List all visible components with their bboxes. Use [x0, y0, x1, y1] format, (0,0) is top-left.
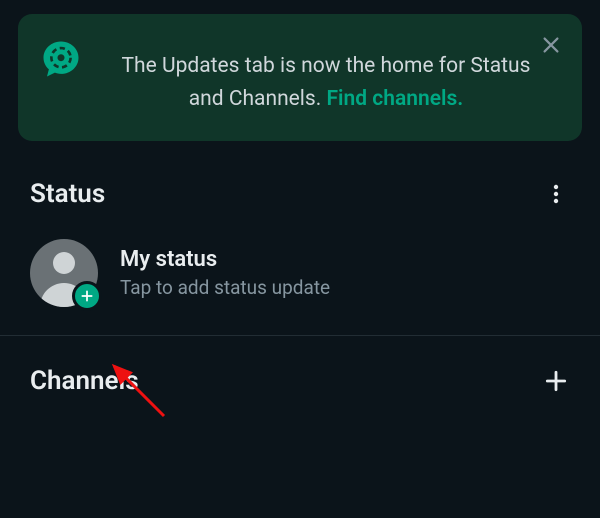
- status-section-title: Status: [30, 179, 105, 209]
- status-section-header: Status: [0, 141, 600, 229]
- my-status-texts: My status Tap to add status update: [120, 247, 330, 299]
- find-channels-link[interactable]: Find channels.: [327, 87, 464, 111]
- updates-banner: The Updates tab is now the home for Stat…: [18, 14, 582, 141]
- status-bubble-icon: [40, 38, 82, 80]
- channels-section-title: Channels: [30, 366, 139, 396]
- status-more-button[interactable]: [542, 180, 570, 208]
- channels-section-header: Channels: [0, 336, 600, 396]
- avatar: [30, 239, 98, 307]
- close-icon: [540, 34, 562, 56]
- my-status-subtitle: Tap to add status update: [120, 276, 330, 299]
- add-status-badge[interactable]: [72, 281, 102, 311]
- plus-icon: [79, 288, 95, 304]
- more-vertical-icon: [544, 182, 568, 206]
- add-channel-button[interactable]: [542, 367, 570, 395]
- my-status-row[interactable]: My status Tap to add status update: [0, 229, 600, 335]
- plus-icon: [543, 368, 569, 394]
- banner-close-button[interactable]: [538, 32, 564, 58]
- banner-text-line1: The Updates tab is now the home for: [122, 54, 466, 78]
- my-status-title: My status: [120, 247, 330, 272]
- banner-message: The Updates tab is now the home for Stat…: [102, 36, 560, 115]
